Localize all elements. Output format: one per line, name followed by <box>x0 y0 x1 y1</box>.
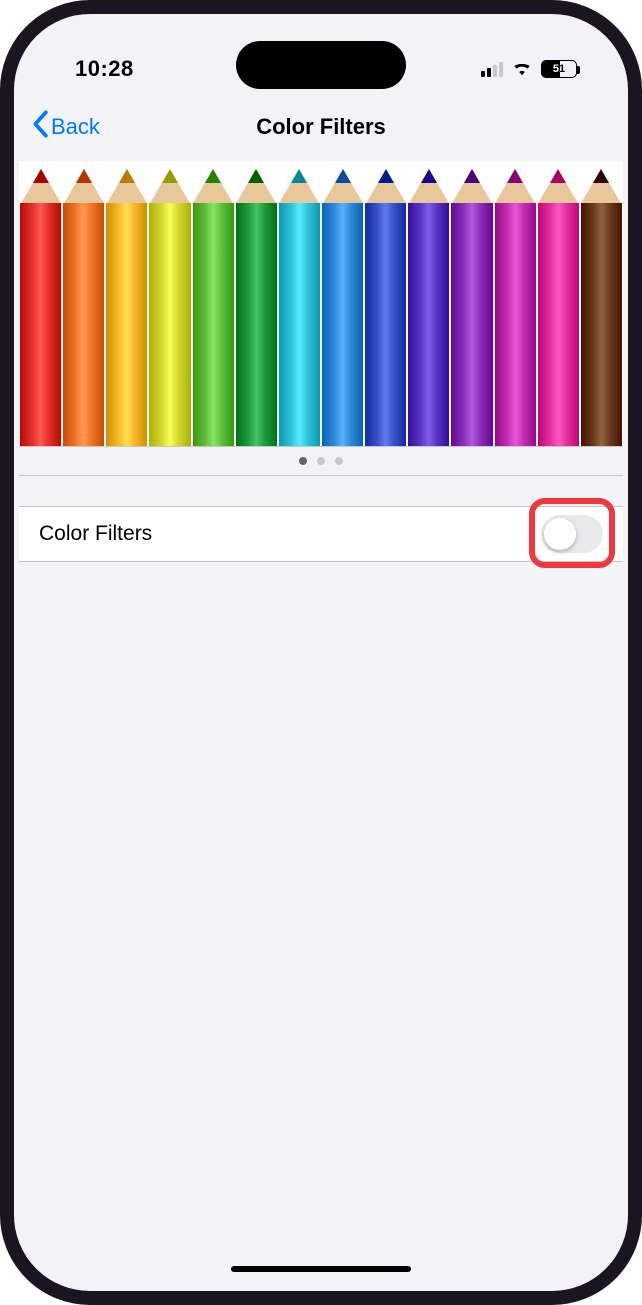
page-dot[interactable] <box>335 457 343 465</box>
dynamic-island <box>236 41 406 89</box>
chevron-left-icon <box>31 110 49 144</box>
color-filters-label: Color Filters <box>39 522 152 546</box>
pencil <box>494 161 537 446</box>
page-dot[interactable] <box>299 457 307 465</box>
wifi-icon <box>511 58 533 81</box>
page-dot[interactable] <box>317 457 325 465</box>
nav-bar: Back Color Filters <box>19 99 623 155</box>
status-time: 10:28 <box>75 56 134 82</box>
page-indicator[interactable] <box>19 446 623 476</box>
pencil <box>19 161 62 446</box>
pencil <box>450 161 493 446</box>
back-button[interactable]: Back <box>31 110 100 144</box>
color-filters-toggle[interactable] <box>541 515 603 553</box>
battery-level: 51 <box>542 63 576 75</box>
phone-frame: 10:28 51 Back Co <box>0 0 642 1305</box>
volume-up-button <box>0 304 2 384</box>
home-indicator[interactable] <box>231 1266 411 1272</box>
toggle-knob <box>544 518 576 550</box>
pencil <box>278 161 321 446</box>
cellular-signal-icon <box>481 61 503 77</box>
pencil <box>364 161 407 446</box>
pencil <box>407 161 450 446</box>
back-label: Back <box>51 114 100 140</box>
pencil <box>192 161 235 446</box>
pencil <box>537 161 580 446</box>
pencil <box>105 161 148 446</box>
settings-group: Color Filters <box>19 506 623 562</box>
page-title: Color Filters <box>19 114 623 140</box>
battery-icon: 51 <box>541 60 577 78</box>
pencil <box>580 161 623 446</box>
pencil <box>321 161 364 446</box>
status-icons: 51 <box>481 58 577 81</box>
pencil <box>235 161 278 446</box>
pencil <box>62 161 105 446</box>
pencil <box>148 161 191 446</box>
color-preview-carousel[interactable] <box>19 161 623 446</box>
volume-down-button <box>0 404 2 484</box>
ringer-switch <box>0 232 2 274</box>
color-filters-row: Color Filters <box>19 506 623 562</box>
